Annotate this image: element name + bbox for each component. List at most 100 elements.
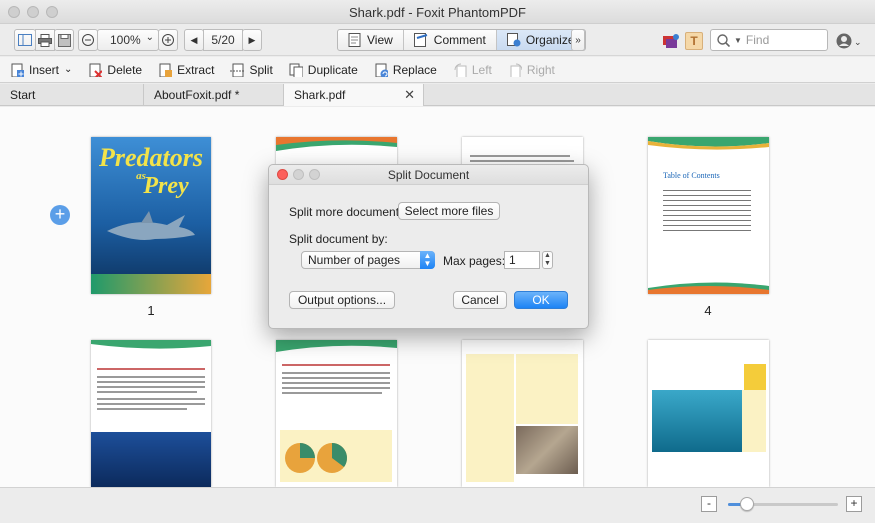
page-thumbnail-7[interactable] [462,340,583,487]
triangle-left-icon: ◀ [190,34,198,45]
pie-charts-panel [280,430,392,482]
rotate-right-button[interactable]: Right [508,63,555,77]
dialog-minimize-button[interactable] [293,169,304,180]
page-thumbnail-8[interactable] [648,340,769,487]
svg-text:⌄: ⌄ [854,38,862,48]
dialog-close-button[interactable] [277,169,288,180]
zoom-value: 100% [110,33,141,47]
triangle-right-icon: ▶ [248,34,256,45]
mode-organize-label: Organize [525,33,575,47]
sidebar-panel [466,354,514,482]
replace-page-icon [375,63,388,77]
cover-footer-band [91,274,211,294]
next-page-button[interactable]: ▶ [242,29,262,51]
split-more-label: Split more document: [289,205,403,219]
duplicate-button[interactable]: Duplicate [289,63,358,77]
double-chevron-down-icon: » [575,34,581,46]
title-bar: Shark.pdf - Foxit PhantomPDF [0,0,875,24]
zoom-in-button[interactable] [158,29,178,51]
page-number-label: 4 [704,303,712,318]
insert-button[interactable]: Insert ⌄ [10,63,72,77]
page-indicator: 5/20 [211,33,235,47]
shark-photo [91,432,211,487]
text-line [282,364,390,366]
insert-page-plus-icon[interactable]: + [50,205,70,225]
print-button[interactable] [35,29,55,51]
chevron-down-icon: ▼ [734,35,742,45]
more-modes-button[interactable]: » [571,29,585,51]
page-thumbnail-6[interactable] [276,340,397,487]
extract-button[interactable]: Extract [158,63,214,77]
split-by-select[interactable]: Number of pages ▲ ▼ [301,251,435,269]
toc-line [663,205,751,206]
zoom-out-button[interactable] [78,29,98,51]
organize-icon [506,33,521,47]
zoom-select[interactable]: 100% ⌄ [97,29,159,51]
tab-aboutfoxit[interactable]: AboutFoxit.pdf * [144,84,284,106]
thumbnail-size-slider[interactable] [728,497,838,511]
select-more-files-button[interactable]: Select more files [398,202,500,220]
text-line [282,387,390,389]
text-line [282,372,390,374]
typewriter-icon[interactable]: T [685,32,703,50]
insert-page-icon [11,63,24,77]
search-placeholder: Find [745,33,770,47]
delete-button[interactable]: Delete [88,63,142,77]
zoom-in-small-button[interactable]: + [846,496,862,512]
text-line [97,403,205,405]
close-tab-icon[interactable]: ✕ [404,87,415,103]
account-icon[interactable]: ⌄ [836,32,864,50]
split-button[interactable]: Split [230,63,273,77]
max-pages-input[interactable]: 1 [504,251,540,269]
dialog-zoom-button[interactable] [309,169,320,180]
toc-line [663,215,751,216]
text-line [97,376,205,378]
tab-start[interactable]: Start [0,84,144,106]
search-field[interactable]: ▼ Find [710,29,828,51]
mode-view-button[interactable]: View [338,30,404,50]
toc-line [663,210,751,211]
split-by-value: Number of pages [308,253,401,267]
text-line [470,160,574,162]
chevron-down-icon: ⌄ [145,32,154,43]
previous-page-button[interactable]: ◀ [184,29,204,51]
cover-title-prey: Prey [143,173,189,199]
sidebar-toggle-button[interactable] [14,29,36,51]
save-icon [57,33,71,47]
text-line [282,382,390,384]
output-options-button[interactable]: Output options... [289,291,395,309]
rotate-left-icon [454,63,467,77]
rotate-right-icon [510,63,522,77]
page-thumbnail-4[interactable]: Table of Contents [648,137,769,294]
print-icon [38,33,52,47]
max-pages-stepper[interactable]: ▲ ▼ [542,251,553,269]
fact-callout [742,390,766,452]
tab-shark[interactable]: Shark.pdf ✕ [284,84,424,106]
main-toolbar: 100% ⌄ ◀ 5/20 ▶ View Comment Organize » … [0,24,875,56]
mode-switcher: View Comment Organize [337,29,586,51]
shark-image [107,211,195,240]
mode-comment-label: Comment [433,33,486,47]
save-button[interactable] [54,29,74,51]
page-thumbnail-5[interactable] [91,340,211,487]
rotate-left-button[interactable]: Left [453,63,492,77]
page-number-field[interactable]: 5/20 [203,29,243,51]
replace-button[interactable]: Replace [374,63,437,77]
text-line [282,377,390,379]
sidebar-icon [18,34,32,46]
cancel-button[interactable]: Cancel [453,291,507,309]
page-header-wave [276,137,397,151]
zoom-out-icon [82,34,94,46]
mode-comment-button[interactable]: Comment [404,30,497,50]
ok-button[interactable]: OK [514,291,568,309]
page-thumbnail-1[interactable]: Predators as Prey [91,137,211,294]
text-line [97,386,205,388]
zoom-out-small-button[interactable]: - [701,496,717,512]
delete-page-icon [89,63,103,77]
split-by-label: Split document by: [289,232,388,246]
tab-start-label: Start [10,88,36,102]
toc-line [663,220,751,221]
share-icon[interactable] [662,33,680,49]
split-page-icon [230,63,245,77]
slider-handle[interactable] [739,497,754,511]
